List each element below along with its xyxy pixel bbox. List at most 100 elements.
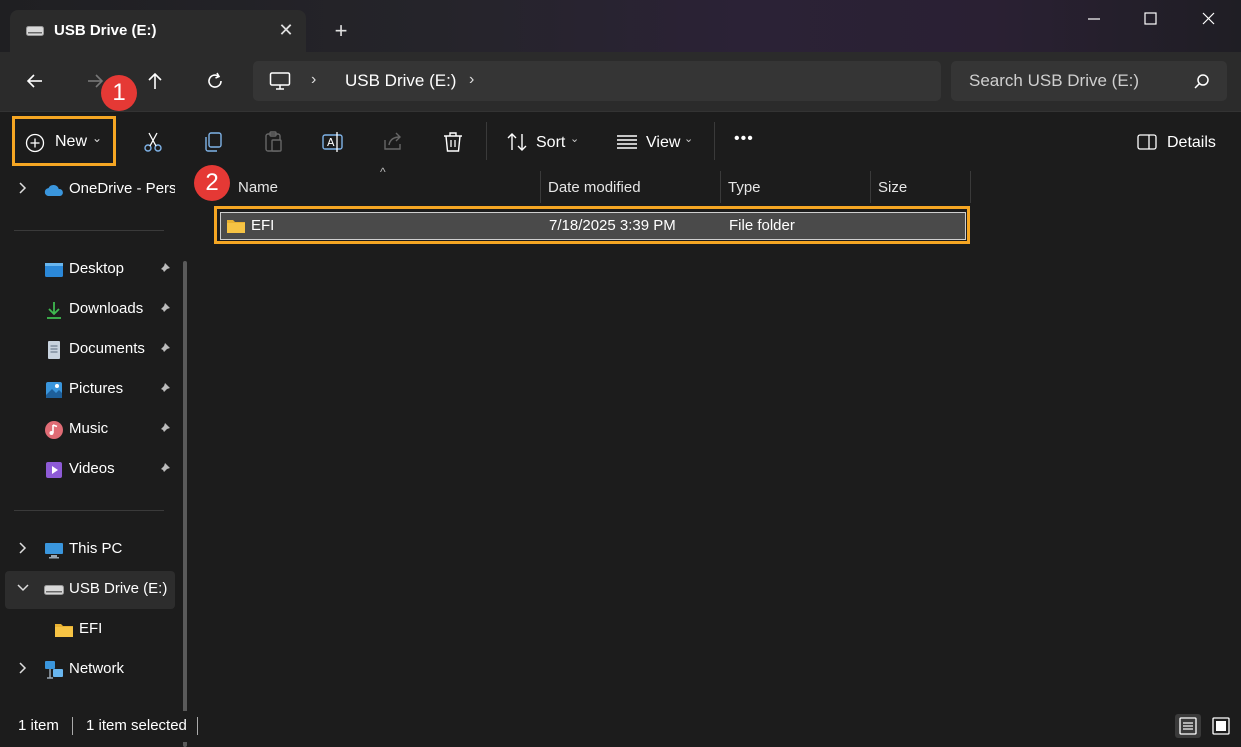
sidebar-divider xyxy=(14,510,164,511)
chevron-right-icon[interactable] xyxy=(16,181,30,195)
column-header-size[interactable]: Size xyxy=(878,179,907,196)
sidebar-divider xyxy=(14,230,164,231)
pictures-icon xyxy=(46,382,62,398)
sidebar-item-this-pc[interactable]: This PC xyxy=(0,531,175,569)
cut-icon[interactable] xyxy=(141,130,165,154)
maximize-button[interactable] xyxy=(1136,8,1164,30)
close-window-button[interactable] xyxy=(1195,8,1223,30)
selection-count: 1 item selected xyxy=(86,717,187,734)
column-divider[interactable] xyxy=(720,171,721,203)
sidebar-item-label: Videos xyxy=(69,460,115,477)
chevron-down-icon[interactable] xyxy=(16,581,30,595)
sidebar-item-downloads[interactable]: Downloads xyxy=(0,291,175,329)
pin-icon[interactable] xyxy=(157,262,171,276)
folder-icon xyxy=(55,624,73,637)
new-button[interactable]: New ⌄ xyxy=(12,116,116,166)
sidebar-scrollbar[interactable] xyxy=(183,261,187,747)
back-button[interactable] xyxy=(18,64,52,98)
column-divider[interactable] xyxy=(970,171,971,203)
minimize-button[interactable] xyxy=(1080,8,1108,30)
row-selection-highlight: EFI 7/18/2025 3:39 PM File folder xyxy=(220,212,966,240)
sidebar-item-label: Pictures xyxy=(69,380,124,397)
sidebar-item-label: OneDrive - Perso xyxy=(69,180,175,197)
details-pane-button[interactable]: Details xyxy=(1134,112,1224,170)
desktop-icon xyxy=(45,263,63,277)
refresh-icon xyxy=(208,72,222,88)
rename-icon[interactable]: A xyxy=(321,130,345,154)
title-bar: USB Drive (E:) ✕ + xyxy=(0,0,1241,52)
new-tab-button[interactable]: + xyxy=(330,20,352,42)
sidebar-item-documents[interactable]: Documents xyxy=(0,331,175,369)
pin-icon[interactable] xyxy=(157,422,171,436)
up-button[interactable] xyxy=(138,64,172,98)
column-divider[interactable] xyxy=(870,171,871,203)
tab-title: USB Drive (E:) xyxy=(54,22,157,39)
search-input[interactable]: Search USB Drive (E:) xyxy=(951,61,1227,101)
column-header-type[interactable]: Type xyxy=(728,179,761,196)
file-name: EFI xyxy=(251,217,275,234)
pin-icon[interactable] xyxy=(157,302,171,316)
breadcrumb-chevron[interactable]: › xyxy=(469,71,474,89)
onedrive-icon xyxy=(44,184,63,196)
chevron-right-icon[interactable] xyxy=(16,541,30,555)
sidebar-item-efi[interactable]: EFI xyxy=(0,611,175,649)
sidebar-item-label: This PC xyxy=(69,540,123,557)
music-icon xyxy=(45,421,63,439)
pin-icon[interactable] xyxy=(157,382,171,396)
sort-ascending-icon: ^ xyxy=(380,165,386,179)
network-icon xyxy=(45,661,63,679)
downloads-icon xyxy=(47,302,61,319)
details-view-icon xyxy=(1179,717,1197,735)
column-header-name[interactable]: Name xyxy=(238,179,278,196)
address-bar[interactable]: › USB Drive (E:) › xyxy=(253,61,941,101)
view-label: View xyxy=(646,134,681,151)
sidebar-item-label: EFI xyxy=(79,620,103,637)
arrow-left-icon xyxy=(26,74,42,88)
pin-icon[interactable] xyxy=(157,462,171,476)
sidebar-item-videos[interactable]: Videos xyxy=(0,451,175,489)
step-badge-2: 2 xyxy=(194,165,230,201)
pin-icon[interactable] xyxy=(157,342,171,356)
sidebar-item-music[interactable]: Music xyxy=(0,411,175,449)
tab-usb-drive[interactable]: USB Drive (E:) ✕ xyxy=(10,10,306,52)
details-pane-icon xyxy=(1137,134,1157,150)
chevron-right-icon[interactable] xyxy=(16,661,30,675)
sidebar-item-desktop[interactable]: Desktop xyxy=(0,251,175,289)
large-icons-view-button[interactable] xyxy=(1208,714,1234,738)
share-icon[interactable] xyxy=(381,130,405,154)
details-label: Details xyxy=(1167,134,1216,151)
sidebar-item-label: Documents xyxy=(69,340,145,357)
details-view-button[interactable] xyxy=(1175,714,1201,738)
search-placeholder: Search USB Drive (E:) xyxy=(969,71,1140,90)
sidebar-item-label: Music xyxy=(69,420,109,437)
monitor-icon xyxy=(269,72,291,90)
column-divider[interactable] xyxy=(540,171,541,203)
delete-icon[interactable] xyxy=(441,130,465,154)
chevron-down-icon: ⌄ xyxy=(684,133,694,145)
sort-icon xyxy=(507,133,527,151)
more-options-icon[interactable]: ••• xyxy=(734,130,754,148)
view-button[interactable]: View ⌄ xyxy=(614,112,698,170)
sidebar-item-onedrive[interactable]: OneDrive - Perso xyxy=(0,171,175,209)
breadcrumb-chevron[interactable]: › xyxy=(311,71,316,89)
svg-text:A: A xyxy=(327,136,335,149)
paste-icon[interactable] xyxy=(261,130,285,154)
sidebar-item-label: Desktop xyxy=(69,260,125,277)
toolbar-divider xyxy=(714,122,715,160)
copy-icon[interactable] xyxy=(201,130,225,154)
sidebar-item-network[interactable]: Network xyxy=(0,651,175,689)
status-bar: 1 item 1 item selected xyxy=(0,711,1241,742)
command-bar: New ⌄ 1 A Sort ⌄ View ⌄ ••• Details xyxy=(0,75,1241,172)
view-list-icon xyxy=(617,135,637,149)
column-header-date-modified[interactable]: Date modified xyxy=(548,179,641,196)
sidebar-item-pictures[interactable]: Pictures xyxy=(0,371,175,409)
navigation-bar: › USB Drive (E:) › Search USB Drive (E:) xyxy=(0,52,1241,111)
close-tab-button[interactable]: ✕ xyxy=(276,20,296,40)
usb-drive-icon xyxy=(44,585,64,595)
breadcrumb-usb-drive[interactable]: USB Drive (E:) xyxy=(345,71,456,91)
sort-button[interactable]: Sort ⌄ xyxy=(504,112,582,170)
videos-icon xyxy=(46,462,62,478)
table-row-efi[interactable]: EFI 7/18/2025 3:39 PM File folder xyxy=(214,206,970,244)
sidebar-item-usb-drive[interactable]: USB Drive (E:) xyxy=(5,571,175,609)
refresh-button[interactable] xyxy=(198,64,232,98)
